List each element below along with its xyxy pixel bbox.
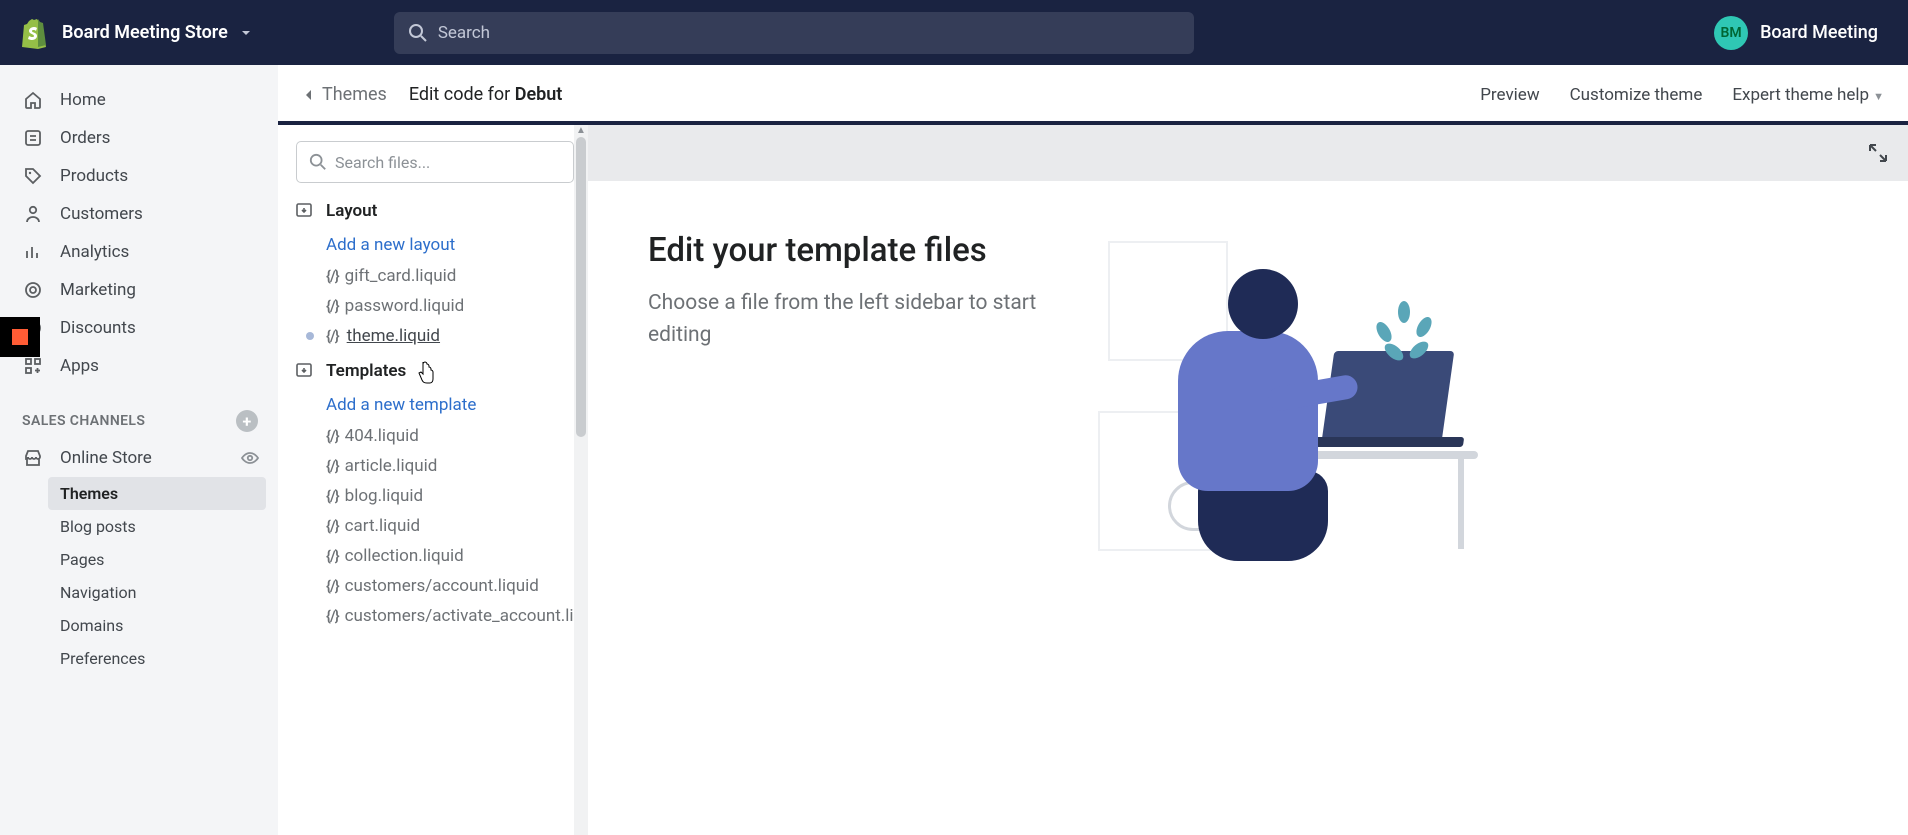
tag-icon [22,165,44,187]
analytics-icon [22,241,44,263]
nav-apps[interactable]: Apps [0,347,278,385]
store-icon [22,447,44,469]
store-name[interactable]: Board Meeting Store [62,22,228,43]
liquid-icon: {/} [326,297,339,315]
file-blog[interactable]: {/}blog.liquid [296,481,574,511]
file-404[interactable]: {/}404.liquid [296,421,574,451]
nav-home[interactable]: Home [0,81,278,119]
view-store-icon[interactable] [240,448,260,468]
folder-templates[interactable]: Templates [296,361,574,381]
editor-heading: Edit your template files [648,231,1068,270]
add-template-link[interactable]: Add a new template [296,389,574,421]
scroll-thumb[interactable] [576,137,586,437]
nav-label: Home [60,90,106,110]
subnav-blog-posts[interactable]: Blog posts [0,510,278,543]
subnav-themes[interactable]: Themes [48,477,266,510]
shopify-logo-icon [20,17,48,49]
file-collection[interactable]: {/}collection.liquid [296,541,574,571]
expand-icon[interactable] [1866,141,1890,165]
chevron-down-icon: ▼ [1873,90,1884,103]
nav-customers[interactable]: Customers [0,195,278,233]
user-name[interactable]: Board Meeting [1760,22,1878,43]
liquid-icon: {/} [326,457,339,475]
left-nav: Home Orders Products Customers Analytics… [0,65,278,835]
folder-title: Templates [326,361,406,381]
file-password[interactable]: {/}password.liquid [296,291,574,321]
main: Themes Edit code for Debut Preview Custo… [278,65,1908,835]
editor-area: Edit your template files Choose a file f… [588,125,1908,835]
file-cart[interactable]: {/}cart.liquid [296,511,574,541]
nav-label: Apps [60,356,99,376]
liquid-icon: {/} [326,547,339,565]
file-panel-scrollbar[interactable]: ▲ [574,125,588,835]
home-icon [22,89,44,111]
file-search-input[interactable] [335,153,561,172]
liquid-icon: {/} [326,327,339,345]
person-icon [22,203,44,225]
file-customers-activate[interactable]: {/}customers/activate_account.liquid [296,601,574,631]
search-icon [408,23,428,43]
subnav-navigation[interactable]: Navigation [0,576,278,609]
nav-label: Orders [60,128,110,148]
nav-analytics[interactable]: Analytics [0,233,278,271]
folder-title: Layout [326,201,377,221]
editor-subtext: Choose a file from the left sidebar to s… [648,288,1068,351]
sales-channels-header: SALES CHANNELS + [0,403,278,439]
back-to-themes[interactable]: Themes [302,84,387,105]
chevron-down-icon[interactable] [238,25,254,41]
file-search[interactable] [296,141,574,183]
add-layout-link[interactable]: Add a new layout [296,229,574,261]
file-article[interactable]: {/}article.liquid [296,451,574,481]
nav-orders[interactable]: Orders [0,119,278,157]
subnav-preferences[interactable]: Preferences [0,642,278,675]
file-panel: Layout Add a new layout {/}gift_card.liq… [278,125,588,835]
folder-collapse-icon [296,202,314,220]
editor-illustration [1098,231,1518,571]
nav-label: Customers [60,204,143,224]
apps-icon [22,355,44,377]
orders-icon [22,127,44,149]
nav-label: Online Store [60,448,240,468]
file-theme[interactable]: {/}theme.liquid [296,321,574,351]
liquid-icon: {/} [326,577,339,595]
liquid-icon: {/} [326,517,339,535]
chevron-left-icon [302,88,316,102]
liquid-icon: {/} [326,427,339,445]
nav-label: Products [60,166,128,186]
global-search[interactable] [394,12,1194,54]
nav-label: Marketing [60,280,136,300]
liquid-icon: {/} [326,607,339,625]
nav-marketing[interactable]: Marketing [0,271,278,309]
recording-badge[interactable] [0,317,40,357]
target-icon [22,279,44,301]
search-icon [309,153,327,171]
scroll-up-icon[interactable]: ▲ [574,125,588,137]
preview-link[interactable]: Preview [1480,85,1539,105]
customize-theme-link[interactable]: Customize theme [1570,85,1703,105]
liquid-icon: {/} [326,267,339,285]
back-label: Themes [322,84,387,105]
user-avatar[interactable]: BM [1714,16,1748,50]
folder-collapse-icon [296,362,314,380]
nav-products[interactable]: Products [0,157,278,195]
file-customers-account[interactable]: {/}customers/account.liquid [296,571,574,601]
nav-discounts[interactable]: Discounts [0,309,278,347]
nav-label: Analytics [60,242,129,262]
folder-layout[interactable]: Layout [296,201,574,221]
section-title: SALES CHANNELS [22,413,145,429]
subnav-domains[interactable]: Domains [0,609,278,642]
editor-toolbar [588,125,1908,181]
topbar: Board Meeting Store BM Board Meeting [0,0,1908,65]
nav-online-store[interactable]: Online Store [0,439,278,477]
main-header: Themes Edit code for Debut Preview Custo… [278,65,1908,125]
nav-label: Discounts [60,318,136,338]
file-gift-card[interactable]: {/}gift_card.liquid [296,261,574,291]
breadcrumb: Edit code for Debut [409,84,563,105]
liquid-icon: {/} [326,487,339,505]
expert-help-dropdown[interactable]: Expert theme help▼ [1732,85,1884,105]
global-search-input[interactable] [438,23,1180,43]
add-channel-button[interactable]: + [236,410,258,432]
subnav-pages[interactable]: Pages [0,543,278,576]
